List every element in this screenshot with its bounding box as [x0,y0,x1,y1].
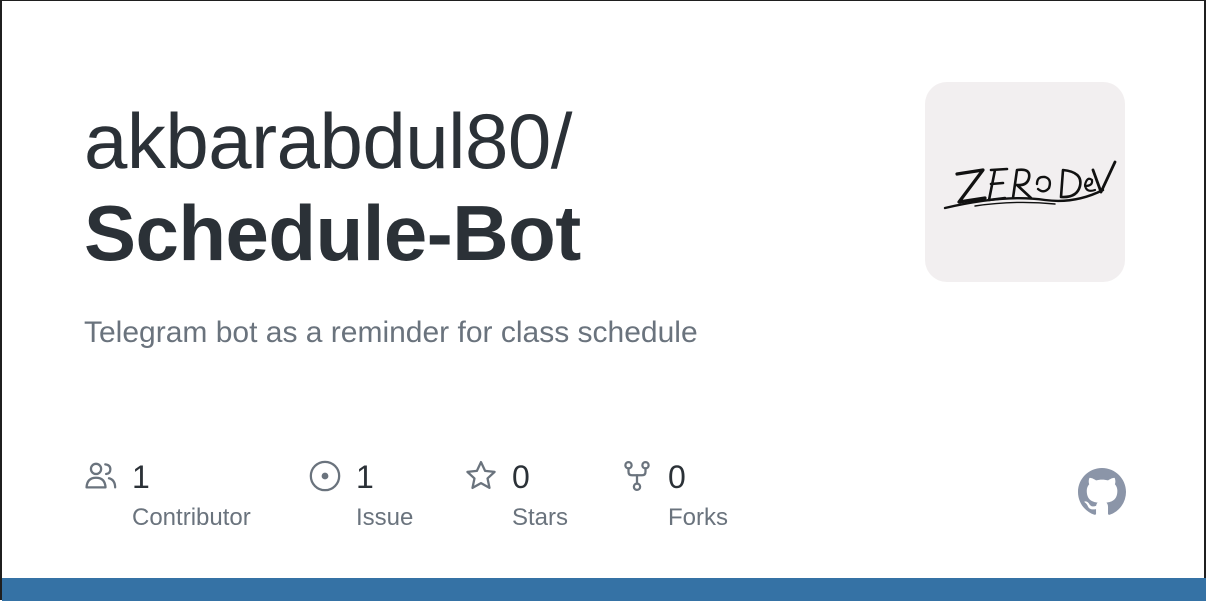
stat-contributors[interactable]: 1 Contributor [84,457,284,547]
stat-value: 1 [356,459,374,495]
people-icon [84,459,118,493]
stat-label: Contributor [132,504,251,531]
social-preview-card: akbarabdul80/ Schedule-Bot Telegram bot … [0,0,1206,601]
language-bar [2,578,1206,601]
stat-value: 1 [132,459,150,495]
zerodev-logo-avatar [943,160,1117,210]
repo-name[interactable]: Schedule-Bot [84,185,884,281]
stat-issues[interactable]: 1 Issue [308,457,448,547]
stat-label: Stars [512,504,569,531]
stat-label: Forks [668,504,728,531]
github-mark-icon[interactable] [1078,468,1126,516]
stat-label: Issue [356,504,414,531]
stat-value: 0 [668,459,686,495]
stat-stars[interactable]: 0 Stars [464,457,604,547]
repo-description: Telegram bot as a reminder for class sch… [84,316,698,349]
issue-icon [308,459,342,493]
star-icon [464,459,498,493]
repo-owner[interactable]: akbarabdul80/ [84,97,884,185]
owner-avatar[interactable] [925,82,1125,282]
fork-icon [620,459,654,493]
stat-forks[interactable]: 0 Forks [620,457,780,547]
stat-value: 0 [512,459,530,495]
repo-title: akbarabdul80/ Schedule-Bot [84,97,884,281]
